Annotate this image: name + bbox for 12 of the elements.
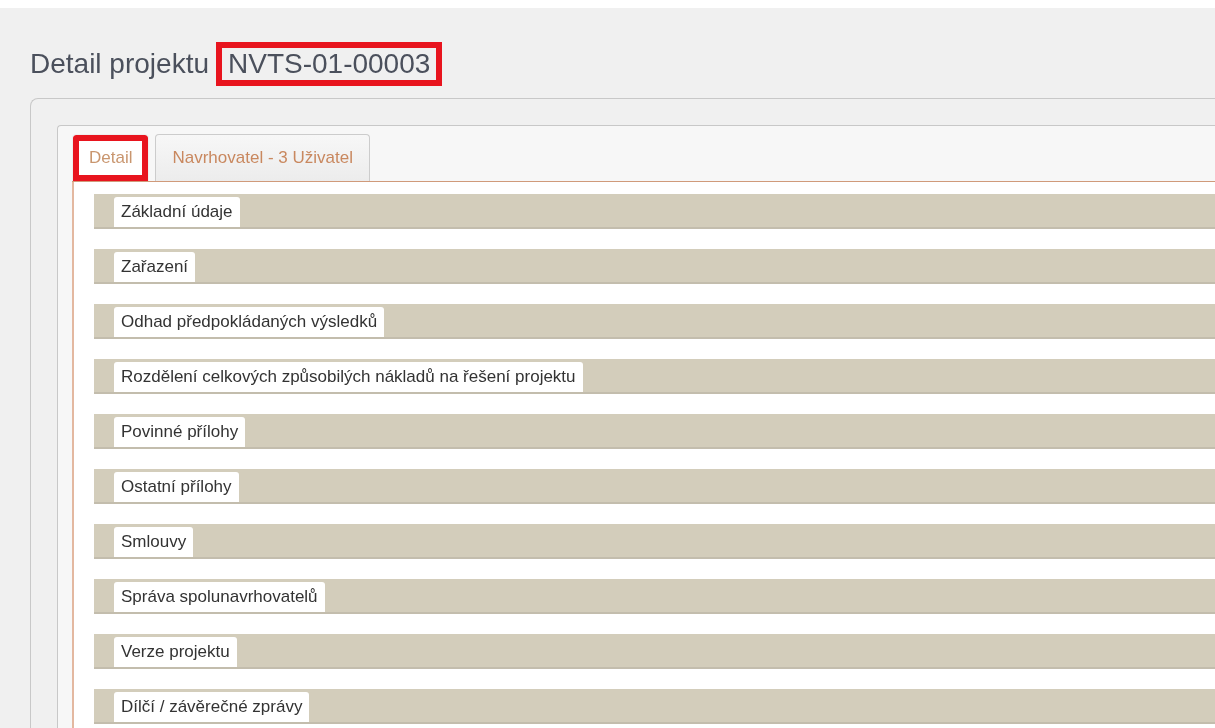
section-header[interactable]: Dílčí / závěrečné zprávy [94,689,1215,724]
section-header[interactable]: Správa spolunavrhovatelů [94,579,1215,614]
section-header[interactable]: Odhad předpokládaných výsledků [94,304,1215,339]
project-code: NVTS-01-00003 [216,42,443,86]
section-header[interactable]: Zařazení [94,249,1215,284]
section-header[interactable]: Povinné přílohy [94,414,1215,449]
page-title: Detail projektu [30,47,209,81]
section-header[interactable]: Ostatní přílohy [94,469,1215,504]
section-header[interactable]: Smlouvy [94,524,1215,559]
section-header[interactable]: Verze projektu [94,634,1215,669]
section-header[interactable]: Základní údaje [94,194,1215,229]
section-header[interactable]: Rozdělení celkových způsobilých nákladů na řešení projektu [94,359,1215,394]
